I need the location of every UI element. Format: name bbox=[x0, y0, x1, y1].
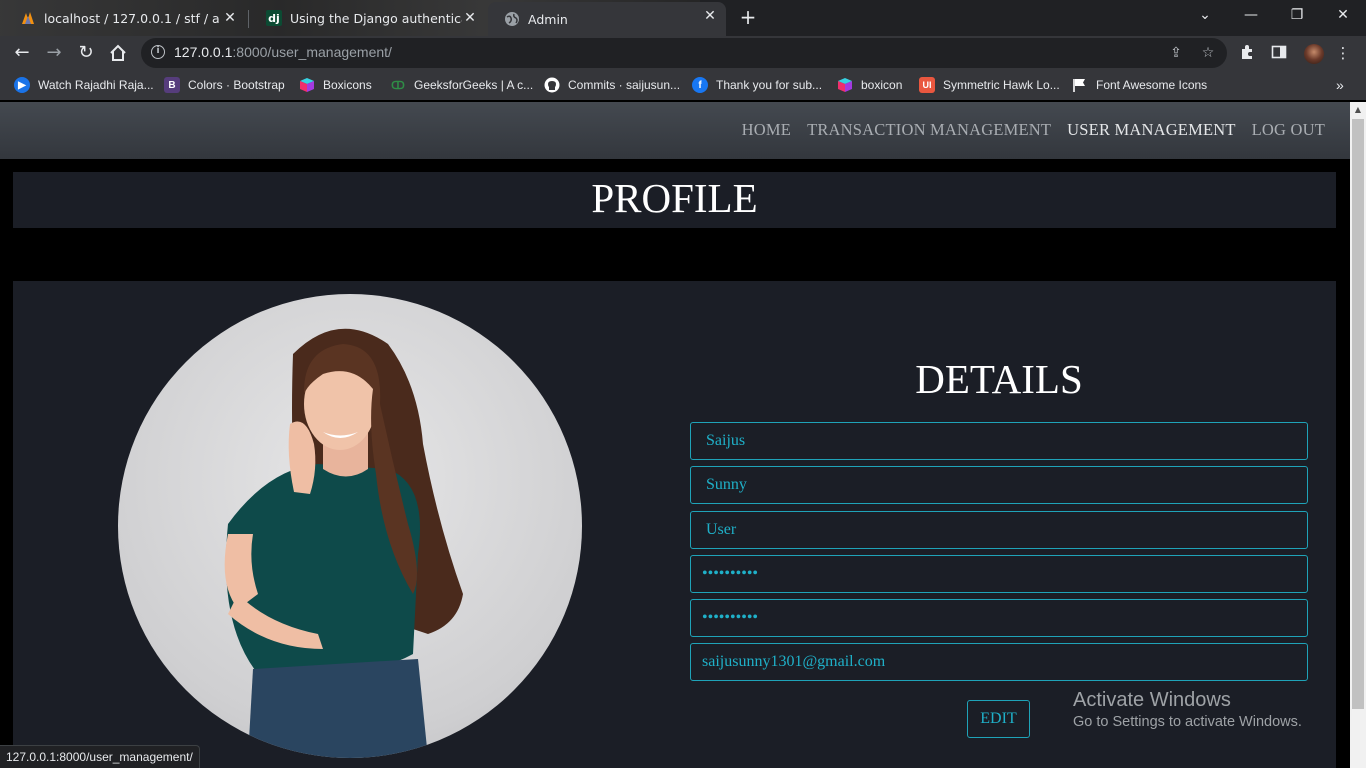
back-icon[interactable]: ← bbox=[10, 41, 34, 65]
page-scrollbar[interactable]: ▲ bbox=[1350, 102, 1366, 768]
side-panel-icon[interactable] bbox=[1270, 44, 1288, 62]
tab-django-docs[interactable]: dj Using the Django authentication ✕ bbox=[250, 4, 486, 32]
address-bar[interactable]: i 127.0.0.1:8000/user_management/ ⇪ ☆ bbox=[141, 38, 1227, 68]
details-title: DETAILS bbox=[915, 356, 1083, 402]
bootstrap-icon: B bbox=[164, 77, 180, 93]
home-icon[interactable] bbox=[106, 41, 130, 65]
bookmark-label: GeeksforGeeks | A c... bbox=[414, 78, 534, 92]
bookmark-item[interactable]: ↀ GeeksforGeeks | A c... bbox=[390, 76, 533, 94]
bookmark-label: Boxicons bbox=[323, 78, 372, 92]
minimize-icon[interactable]: — bbox=[1228, 0, 1274, 32]
ui-icon: UI bbox=[919, 77, 935, 93]
nav-log-out[interactable]: LOG OUT bbox=[1252, 120, 1325, 140]
role-field[interactable] bbox=[690, 511, 1308, 549]
tab-admin[interactable]: Admin ✕ bbox=[488, 2, 726, 36]
share-icon[interactable]: ⇪ bbox=[1167, 44, 1185, 62]
profile-banner: PROFILE bbox=[13, 172, 1336, 228]
scroll-up-icon[interactable]: ▲ bbox=[1350, 102, 1366, 118]
browser-toolbar: ← → ↻ i 127.0.0.1:8000/user_management/ … bbox=[0, 36, 1366, 70]
bookmark-item[interactable]: B Colors · Bootstrap bbox=[164, 76, 285, 94]
page-viewport: HOME TRANSACTION MANAGEMENT USER MANAGEM… bbox=[0, 102, 1350, 768]
boxicons-icon bbox=[837, 77, 853, 93]
phpmyadmin-icon bbox=[20, 10, 36, 26]
bookmark-star-icon[interactable]: ☆ bbox=[1199, 44, 1217, 62]
forward-icon[interactable]: → bbox=[42, 41, 66, 65]
tab-title: Admin bbox=[528, 11, 568, 27]
nav-user-management[interactable]: USER MANAGEMENT bbox=[1067, 120, 1235, 140]
tab-search-icon[interactable]: ⌄ bbox=[1182, 0, 1228, 32]
new-tab-icon[interactable]: + bbox=[738, 7, 758, 27]
site-navbar: HOME TRANSACTION MANAGEMENT USER MANAGEM… bbox=[0, 102, 1350, 159]
tab-title: Using the Django authentication bbox=[290, 10, 462, 26]
bookmark-item[interactable]: boxicon bbox=[837, 76, 902, 94]
bookmark-item[interactable]: Font Awesome Icons bbox=[1072, 76, 1207, 94]
geeksforgeeks-icon: ↀ bbox=[391, 79, 405, 92]
globe-icon bbox=[504, 11, 520, 27]
bookmark-label: Symmetric Hawk Lo... bbox=[943, 78, 1060, 92]
watermark-title: Activate Windows bbox=[1073, 689, 1231, 711]
activate-windows-watermark: Activate Windows Go to Settings to activ… bbox=[1073, 688, 1302, 732]
page-title: PROFILE bbox=[591, 175, 758, 221]
extensions-icon[interactable] bbox=[1238, 44, 1256, 62]
address-host: 127.0.0.1 bbox=[174, 44, 233, 60]
confirm-password-field[interactable] bbox=[690, 599, 1308, 637]
close-tab-icon[interactable]: ✕ bbox=[702, 8, 718, 24]
github-icon bbox=[544, 77, 560, 93]
boxicons-icon bbox=[299, 77, 315, 93]
site-info-icon[interactable]: i bbox=[151, 45, 165, 59]
close-window-icon[interactable]: ✕ bbox=[1320, 0, 1366, 32]
scrollbar-thumb[interactable] bbox=[1352, 119, 1364, 709]
restore-icon[interactable]: ❐ bbox=[1274, 0, 1320, 32]
reload-icon[interactable]: ↻ bbox=[74, 41, 98, 65]
tab-title: localhost / 127.0.0.1 / stf / app1_ bbox=[44, 10, 219, 26]
profile-photo bbox=[118, 294, 582, 758]
bookmark-item[interactable]: Commits · saijusun... bbox=[544, 76, 680, 94]
bookmark-item[interactable]: f Thank you for sub... bbox=[692, 76, 822, 94]
bookmark-label: Watch Rajadhi Raja... bbox=[38, 78, 154, 92]
bookmark-label: Font Awesome Icons bbox=[1096, 78, 1208, 92]
bookmark-label: Colors · Bootstrap bbox=[188, 78, 285, 92]
password-field[interactable] bbox=[690, 555, 1308, 593]
bookmark-item[interactable]: UI Symmetric Hawk Lo... bbox=[919, 76, 1060, 94]
close-tab-icon[interactable]: ✕ bbox=[222, 10, 238, 26]
flag-icon bbox=[1072, 77, 1088, 93]
nav-transaction-management[interactable]: TRANSACTION MANAGEMENT bbox=[807, 120, 1051, 140]
django-icon: dj bbox=[266, 10, 282, 26]
tab-phpmyadmin[interactable]: localhost / 127.0.0.1 / stf / app1_ ✕ bbox=[4, 4, 246, 32]
address-path: :8000/user_management/ bbox=[232, 44, 392, 60]
bookmark-item[interactable]: Boxicons bbox=[299, 76, 372, 94]
close-tab-icon[interactable]: ✕ bbox=[462, 10, 478, 26]
more-bookmarks-icon[interactable]: » bbox=[1336, 76, 1344, 94]
address-url: 127.0.0.1:8000/user_management/ bbox=[174, 44, 392, 60]
nav-links: HOME TRANSACTION MANAGEMENT USER MANAGEM… bbox=[742, 120, 1325, 140]
bookmark-label: Commits · saijusun... bbox=[568, 78, 681, 92]
watermark-subtitle: Go to Settings to activate Windows. bbox=[1073, 714, 1302, 730]
email-field[interactable] bbox=[690, 643, 1308, 681]
bookmark-label: Thank you for sub... bbox=[716, 78, 823, 92]
first-name-field[interactable] bbox=[690, 422, 1308, 460]
tab-separator bbox=[248, 10, 249, 28]
edit-button[interactable]: EDIT bbox=[967, 700, 1030, 738]
browser-tabstrip: localhost / 127.0.0.1 / stf / app1_ ✕ dj… bbox=[0, 0, 1366, 36]
bookmark-item[interactable]: ▶ Watch Rajadhi Raja... bbox=[14, 76, 154, 94]
bookmark-label: boxicon bbox=[861, 78, 903, 92]
bookmarks-bar: ▶ Watch Rajadhi Raja... B Colors · Boots… bbox=[0, 70, 1366, 100]
facebook-icon: f bbox=[692, 77, 708, 93]
play-icon: ▶ bbox=[14, 77, 30, 93]
nav-home[interactable]: HOME bbox=[742, 120, 791, 140]
more-menu-icon[interactable]: ⋮ bbox=[1334, 44, 1352, 62]
status-bar-url: 127.0.0.1:8000/user_management/ bbox=[0, 745, 200, 768]
last-name-field[interactable] bbox=[690, 466, 1308, 504]
profile-avatar[interactable] bbox=[1304, 44, 1324, 64]
